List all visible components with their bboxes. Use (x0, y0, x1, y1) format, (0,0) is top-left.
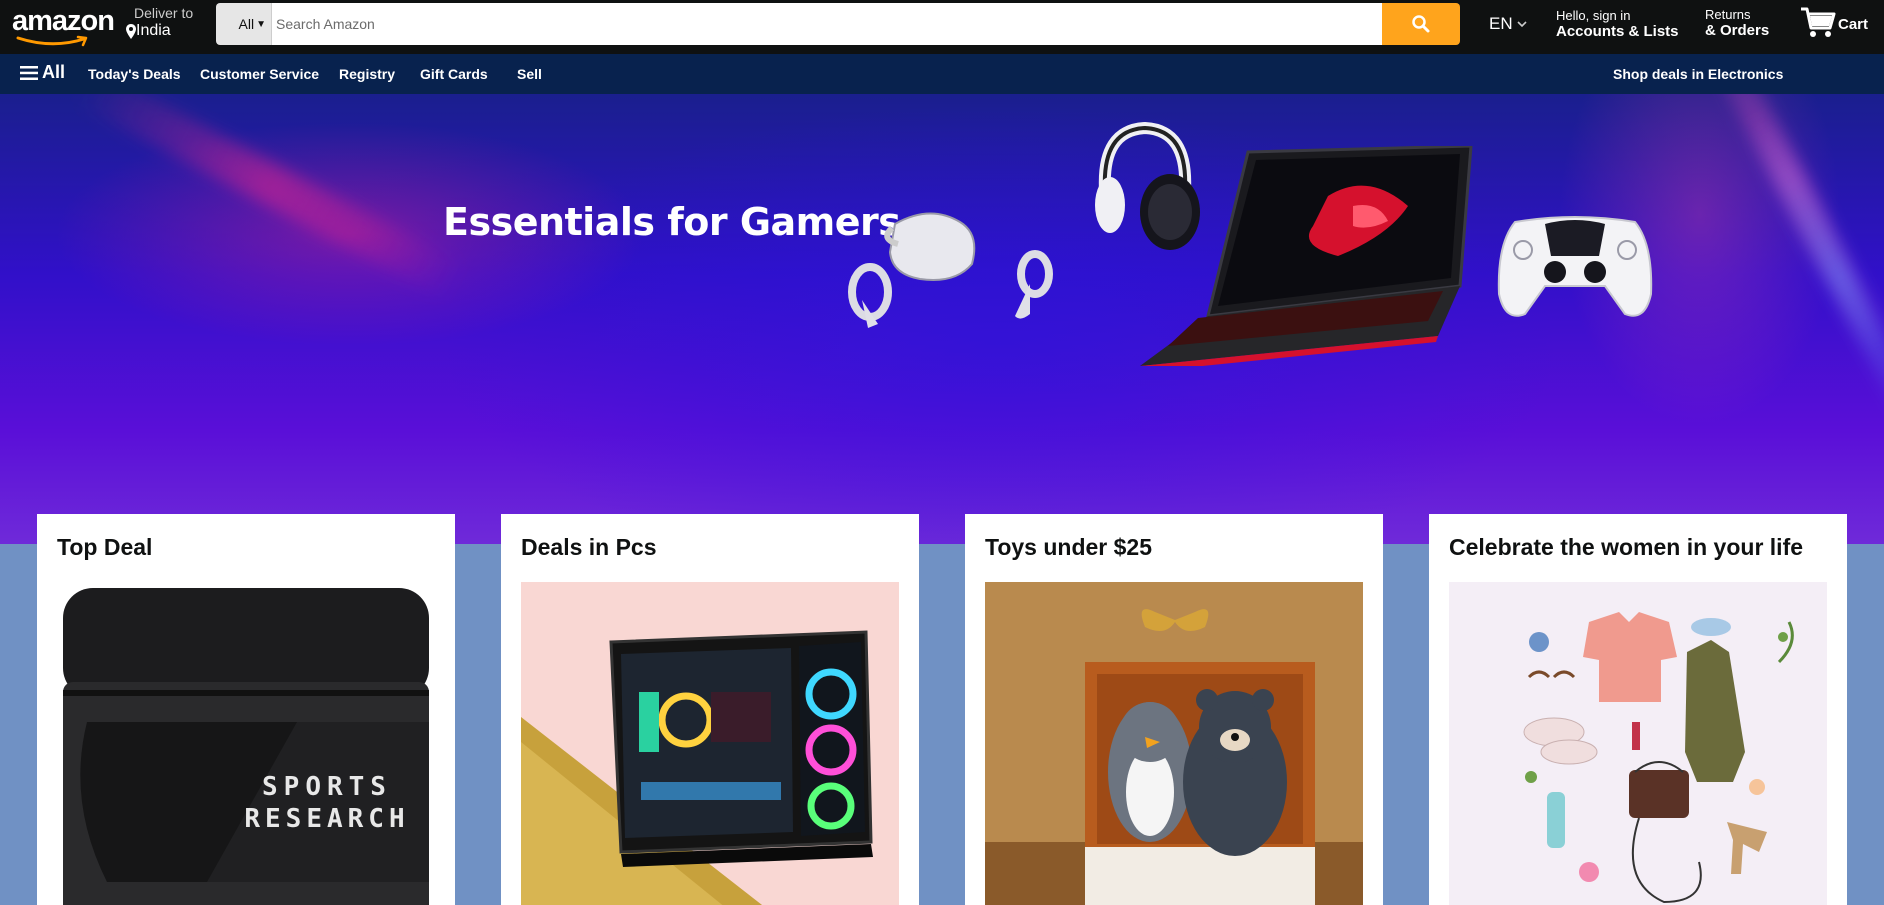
card-title: Celebrate the women in your life (1449, 534, 1804, 560)
product-label-text: SPORTS (262, 772, 392, 802)
deliver-label: Deliver to (134, 5, 194, 21)
card-image-supplement[interactable]: SPORTS RESEARCH (57, 582, 435, 905)
nav-promo-electronics[interactable]: Shop deals in Electronics (1613, 66, 1783, 82)
card-title: Deals in Pcs (521, 534, 657, 560)
search-bar: All ▼ (216, 3, 1460, 45)
search-input[interactable] (272, 3, 1382, 45)
language-selector[interactable]: EN (1489, 14, 1527, 34)
card-image-plush-toys[interactable] (985, 582, 1363, 905)
search-category-select[interactable]: All ▼ (216, 3, 272, 45)
hero-banner[interactable]: Essentials for Gamers (0, 94, 1884, 544)
top-header: amazon Deliver to India All ▼ Search Ama… (0, 0, 1884, 54)
nav-registry[interactable]: Registry (339, 66, 395, 82)
card-toys-under-25[interactable]: Toys under $25 (965, 514, 1383, 905)
nav-customer-service[interactable]: Customer Service (200, 66, 319, 82)
logo-smile-icon (16, 35, 88, 47)
hamburger-menu-icon (20, 65, 38, 80)
nav-gift-cards[interactable]: Gift Cards (420, 66, 488, 82)
amazon-logo[interactable]: amazon (10, 4, 118, 48)
chevron-down-icon (1517, 21, 1527, 28)
nav-sell[interactable]: Sell (517, 66, 542, 82)
cart-button[interactable]: Cart (1800, 6, 1868, 40)
hero-title: Essentials for Gamers (443, 200, 901, 244)
search-icon (1412, 15, 1430, 33)
returns-orders-link[interactable]: Returns & Orders (1705, 7, 1769, 39)
location-pin-icon (126, 23, 136, 39)
deliver-to[interactable]: Deliver to India (126, 5, 193, 40)
deliver-location: India (136, 22, 171, 39)
chevron-down-icon: ▼ (256, 18, 266, 30)
vr-headset-image (848, 212, 1053, 328)
card-deals-in-pcs[interactable]: Deals in Pcs (501, 514, 919, 905)
card-title: Toys under $25 (985, 534, 1153, 560)
card-title: Top Deal (57, 534, 153, 560)
search-button[interactable] (1382, 3, 1460, 45)
laptop-image (1140, 146, 1473, 366)
card-image-womens-items[interactable] (1449, 582, 1827, 905)
nav-todays-deals[interactable]: Today's Deals (88, 66, 181, 82)
nav-bar: All Today's Deals Customer Service Regis… (0, 54, 1884, 94)
account-menu[interactable]: Hello, sign in Accounts & Lists (1556, 8, 1679, 40)
card-image-pc-case[interactable] (521, 582, 899, 905)
all-menu-button[interactable]: All (20, 62, 65, 83)
cart-icon (1801, 7, 1836, 37)
card-celebrate-women[interactable]: Celebrate the women in your life (1429, 514, 1847, 905)
product-label-text: RESEARCH (244, 804, 409, 834)
cart-label: Cart (1838, 16, 1869, 33)
game-controller-image (1497, 216, 1653, 317)
card-top-deal[interactable]: Top Deal SPORTS RESEARCH (37, 514, 455, 905)
